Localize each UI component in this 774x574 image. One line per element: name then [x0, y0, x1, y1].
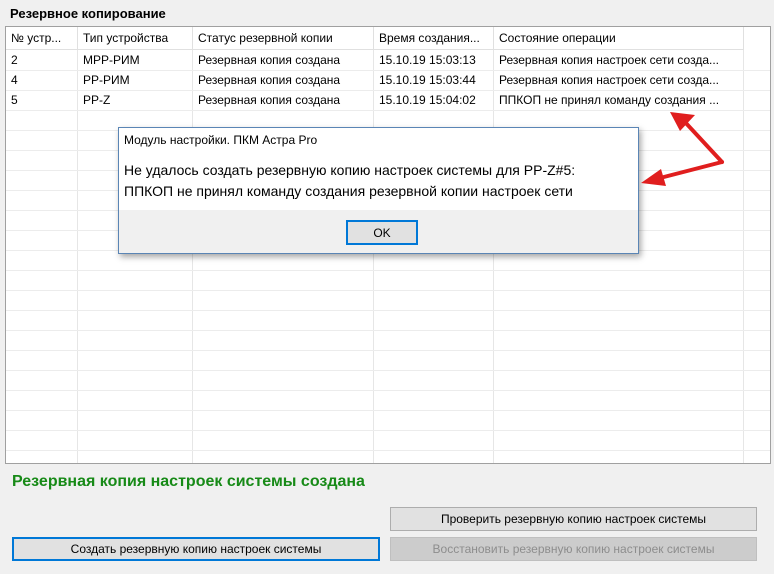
- arrow-to-table-row-icon: [670, 112, 724, 164]
- arrow-to-dialog-icon: [641, 160, 724, 186]
- status-message: Резервная копия настроек системы создана: [12, 473, 365, 490]
- restore-backup-button: Восстановить резервную копию настроек си…: [390, 537, 757, 561]
- check-backup-button[interactable]: Проверить резервную копию настроек систе…: [390, 507, 757, 531]
- create-backup-button[interactable]: Создать резервную копию настроек системы: [12, 537, 380, 561]
